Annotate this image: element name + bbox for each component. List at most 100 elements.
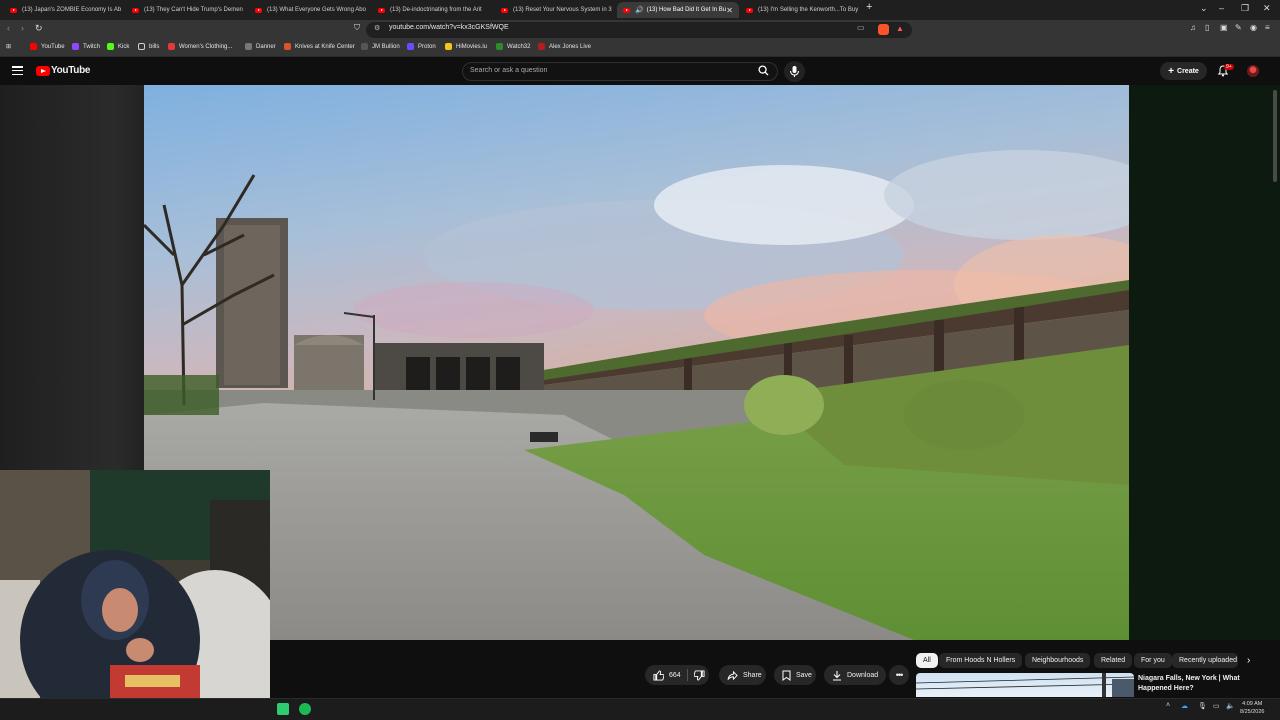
bookmark-label: HiMovies.lu [456,43,488,50]
youtube-logo-icon[interactable] [36,66,50,76]
bookmark-label: Women's Clothing... [179,43,233,50]
create-label: Create [1177,67,1199,75]
clock-time: 4:09 AM [1242,701,1263,707]
webcam-overlay [0,470,270,720]
restore-icon[interactable]: ❐ [1241,3,1249,14]
bookmark-jm-bullion[interactable]: JM Bullion [361,43,400,50]
bookmark-alex-jones[interactable]: Alex Jones Live [538,43,591,50]
chip-all[interactable]: All [916,653,938,668]
menu-icon[interactable]: ≡ [1265,23,1270,32]
forward-icon[interactable]: › [21,23,24,33]
tray-cloud-icon[interactable]: ☁ [1181,702,1188,710]
tab-label: (13) Japan's ZOMBIE Economy Is Ab [22,7,122,13]
back-icon[interactable]: ‹ [7,23,10,33]
share-button[interactable]: Share [719,665,766,685]
apps-grid-icon[interactable]: ⊞ [6,43,11,50]
rewards-icon[interactable]: ▲ [896,24,904,33]
hamburger-menu-icon[interactable] [12,66,23,76]
thumbs-down-icon[interactable] [693,669,705,681]
download-label: Download [847,671,879,679]
chip-related[interactable]: Related [1094,653,1133,668]
url-text[interactable]: youtube.com/watch?v=kx3cGKSfWQE [389,24,509,31]
video-left-letterbox [0,85,144,470]
twitch-icon [72,43,79,50]
chip-neighbourhoods[interactable]: Neighbourhoods [1025,653,1091,668]
search-icon[interactable] [758,65,769,76]
sidebar-icon[interactable]: ▯ [1205,23,1209,32]
save-button[interactable]: Save [774,665,816,685]
browser-tab[interactable]: (13) Japan's ZOMBIE Economy Is Ab [4,2,126,18]
browser-tab[interactable]: (13) I'm Selling the Kenworth...To Buy [740,2,862,18]
youtube-favicon-icon [623,7,630,13]
download-button[interactable]: Download [824,665,886,685]
spotify-icon[interactable] [299,703,311,715]
brave-shield-icon[interactable] [878,24,889,35]
bookmark-label: Knives at Knife Center [295,43,355,50]
youtube-icon [30,43,37,50]
reload-icon[interactable]: ↻ [35,23,43,34]
thumbs-up-icon [653,669,664,681]
tray-volume-icon[interactable]: 🔈 [1226,702,1235,710]
bookmark-label: JM Bullion [372,43,400,50]
bookmark-proton[interactable]: Proton [407,43,436,50]
browser-tab[interactable]: (13) De-indoctrinating from the Arit [372,2,494,18]
speaker-icon[interactable]: 🔊 [635,6,644,14]
chip-recently-uploaded[interactable]: Recently uploaded [1172,653,1238,668]
bookmark-womens-clothing[interactable]: Women's Clothing... [168,43,232,50]
close-window-icon[interactable]: ✕ [1263,3,1271,14]
browser-tab[interactable]: (13) What Everyone Gets Wrong Abo [249,2,371,18]
tray-mic-icon[interactable]: 🎙 [1198,702,1207,710]
more-actions-icon[interactable]: ••• [889,665,909,685]
browser-tab[interactable]: (13) They Can't Hide Trump's Demen [126,2,248,18]
tray-overflow-icon[interactable]: ˄ [1166,702,1170,709]
chips-next-chevron-icon[interactable]: › [1247,655,1250,666]
chip-for-you[interactable]: For you [1134,653,1172,668]
create-button[interactable]: + Create [1160,62,1207,80]
youtube-favicon-icon [378,7,385,13]
new-tab-icon[interactable]: + [866,1,872,13]
bookmark-knife-center[interactable]: Knives at Knife Center [284,43,355,50]
tab-search-icon[interactable]: ⌄ [1200,3,1208,14]
tray-network-icon[interactable]: ▭ [1213,702,1220,710]
youtube-logo-text[interactable]: YouTube [51,65,91,76]
taskbar-app-icon[interactable] [277,703,289,715]
media-icon[interactable]: ♫ [1190,23,1196,32]
voice-search-button[interactable] [784,61,805,82]
vpn-icon[interactable]: ◉ [1250,23,1257,32]
recommendation-title[interactable]: Niagara Falls, New York | What Happened … [1138,674,1268,694]
site-info-icon[interactable]: ⚙ [374,24,380,32]
minimize-icon[interactable]: – [1219,3,1224,13]
bookmark-himovies[interactable]: HiMovies.lu [445,43,487,50]
like-button[interactable]: 664 [645,669,681,681]
chip-from-hoods-n-hollers[interactable]: From Hoods N Hollers [939,653,1023,668]
video-player[interactable] [144,85,1129,640]
browser-tab[interactable]: (13) Reset Your Nervous System in 3 [495,2,617,18]
bookmark-label: Kick [118,43,130,50]
microphone-icon [789,66,800,77]
bookmark-icon[interactable]: ⛉ [354,23,360,33]
extensions-icon[interactable]: ✎ [1235,23,1242,32]
alex-jones-icon [538,43,545,50]
close-tab-icon[interactable]: ✕ [726,6,733,15]
save-label: Save [796,671,812,679]
bookmark-kick[interactable]: Kick [107,43,129,50]
tray-clock[interactable]: 4:09 AM 8/25/2026 [1240,700,1264,716]
bookmark-danner[interactable]: Danner [245,43,276,50]
recommendation-thumbnail[interactable] [916,673,1134,697]
bookmark-bills[interactable]: bills [138,43,159,50]
page-scrollbar[interactable] [1273,90,1277,182]
cast-icon[interactable]: ▭ [857,23,865,32]
bookmark-watch32[interactable]: Watch32 [496,43,530,50]
plus-icon: + [1168,65,1175,77]
search-placeholder: Search or ask a question [470,67,548,74]
browser-tab-active[interactable]: 🔊 (13) How Bad Did It Get In Bu ✕ [617,2,739,18]
bookmark-label: Twitch [83,43,101,50]
bookmark-twitch[interactable]: Twitch [72,43,100,50]
os-taskbar [0,698,1280,720]
wallet-icon[interactable]: ▣ [1220,23,1228,32]
notification-count-badge: 9+ [1224,64,1234,70]
clock-date: 8/25/2026 [1240,709,1265,715]
youtube-favicon-icon [746,7,753,13]
bookmark-youtube[interactable]: YouTube [30,43,65,50]
account-avatar[interactable] [1247,65,1259,77]
